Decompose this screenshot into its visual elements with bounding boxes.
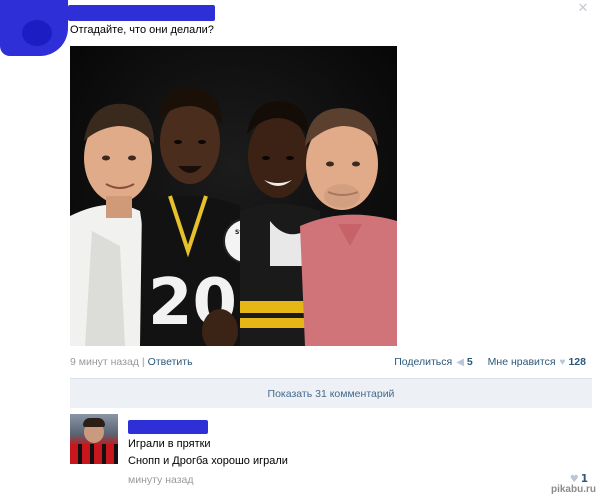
close-icon[interactable]: ✕ — [576, 2, 590, 16]
share-button[interactable]: Поделиться ◀ 5 — [394, 356, 473, 368]
post-meta-row: 9 минут назад | Ответить Поделиться ◀ 5 Мне … — [70, 356, 586, 370]
like-button[interactable]: Мне нравится ♥ 128 — [488, 356, 586, 368]
comment-text-line-1: Играли в прятки — [128, 438, 211, 450]
show-comments-button[interactable]: Показать 31 комментарий — [70, 378, 592, 408]
like-label: Мне нравится — [487, 356, 556, 368]
reply-link[interactable]: Ответить — [148, 356, 193, 368]
pikabu-watermark: pikabu.ru — [550, 484, 596, 495]
post-time[interactable]: 9 минут назад — [70, 356, 139, 368]
megaphone-icon: ◀ — [456, 357, 464, 368]
comment-time[interactable]: минуту назад — [128, 474, 194, 486]
share-label: Поделиться — [394, 356, 453, 368]
author-name-redacted[interactable] — [68, 5, 215, 21]
share-count: 5 — [466, 356, 473, 368]
comment-author-redacted[interactable] — [128, 420, 208, 434]
like-count: 128 — [568, 356, 586, 368]
author-avatar-redacted[interactable] — [0, 0, 68, 56]
comment-text-line-2: Снопп и Дрогба хорошо играли — [128, 455, 288, 467]
meta-separator: | — [141, 356, 145, 368]
post-photo-illustration: 20 Steelers — [70, 46, 397, 346]
comment-avatar[interactable] — [70, 414, 118, 464]
post-photo[interactable]: 20 Steelers — [70, 46, 397, 346]
post-text: Отгадайте, что они делали? — [70, 24, 214, 36]
heart-icon: ♥ — [559, 357, 566, 368]
